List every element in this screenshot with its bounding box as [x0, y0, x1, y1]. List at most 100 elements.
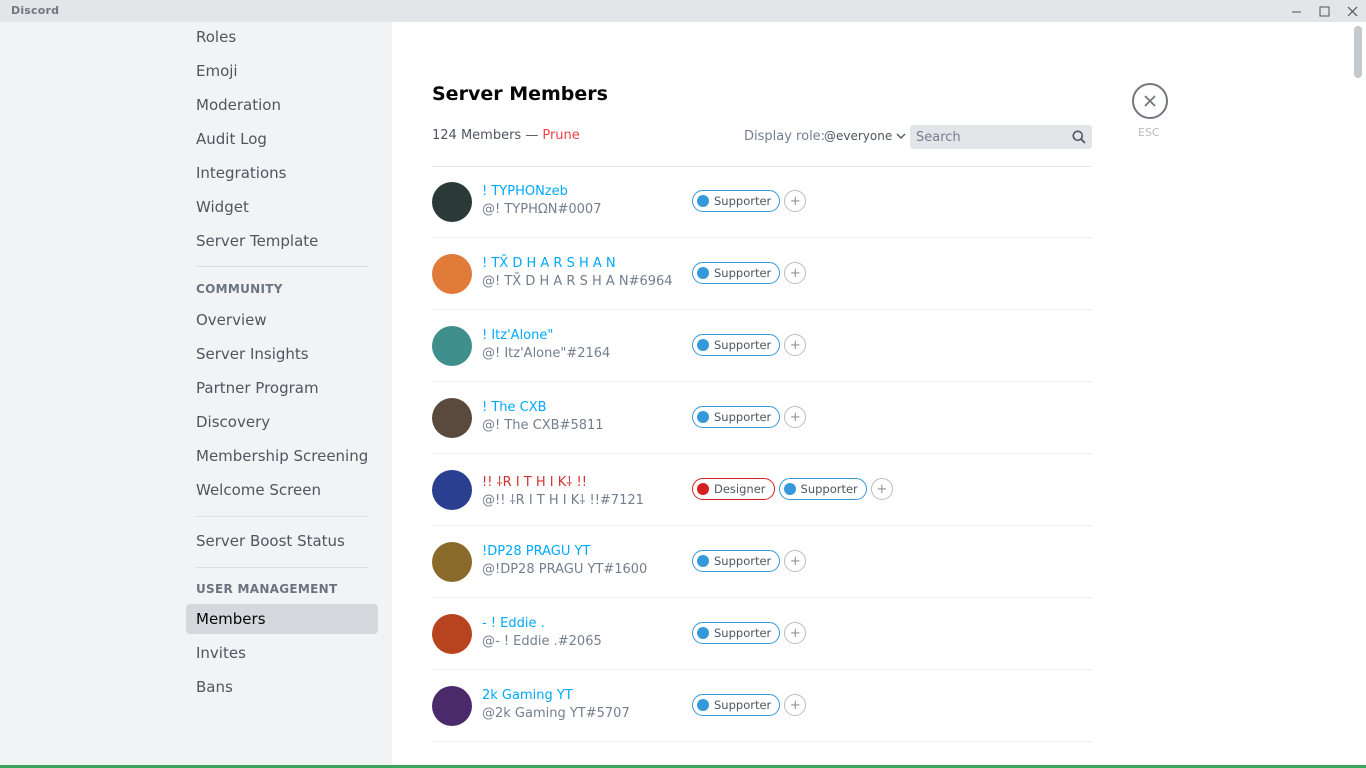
- avatar[interactable]: [432, 686, 472, 726]
- sidebar-item-welcome-screen[interactable]: Welcome Screen: [186, 475, 378, 505]
- add-role-button[interactable]: +: [784, 190, 807, 212]
- maximize-icon[interactable]: [1310, 0, 1338, 22]
- role-pill[interactable]: Supporter: [692, 622, 781, 644]
- member-nickname[interactable]: ! Itz'Alone": [482, 328, 553, 343]
- add-role-button[interactable]: +: [784, 406, 807, 428]
- add-role-button[interactable]: +: [784, 622, 807, 644]
- member-username-tag: @!! ⸸R I T H I K⸸ !!#7121: [482, 493, 644, 508]
- sidebar-item-membership-screening[interactable]: Membership Screening: [186, 441, 378, 471]
- avatar[interactable]: [432, 254, 472, 294]
- role-color-dot[interactable]: [697, 555, 709, 567]
- scrollbar-thumb[interactable]: [1354, 26, 1362, 78]
- sidebar-item-label: Server Boost Status: [196, 532, 345, 550]
- avatar[interactable]: [432, 398, 472, 438]
- member-nickname[interactable]: !DP28 PRAGU YT: [482, 544, 590, 559]
- role-color-dot[interactable]: [697, 411, 709, 423]
- role-color-dot[interactable]: [697, 339, 709, 351]
- sidebar-item-overview[interactable]: Overview: [186, 305, 378, 335]
- esc-label: ESC: [1138, 126, 1160, 139]
- role-color-dot[interactable]: [697, 699, 709, 711]
- minimize-icon[interactable]: [1282, 0, 1310, 22]
- settings-sidebar: Roles Emoji Moderation Audit Log Integra…: [0, 22, 392, 768]
- sidebar-item-server-insights[interactable]: Server Insights: [186, 339, 378, 369]
- close-icon: [1144, 95, 1156, 107]
- avatar[interactable]: [432, 326, 472, 366]
- member-row[interactable]: 2k Gaming YT @2k Gaming YT#5707 Supporter +: [432, 670, 1092, 742]
- search-field[interactable]: [910, 125, 1092, 149]
- role-color-dot[interactable]: [697, 483, 709, 495]
- sidebar-item-label: Partner Program: [196, 379, 319, 397]
- sidebar-item-label: Emoji: [196, 62, 238, 80]
- member-nickname[interactable]: ! TX̄̄̄ D H A R S H A N: [482, 256, 616, 271]
- sidebar-item-invites[interactable]: Invites: [186, 638, 378, 668]
- role-color-dot[interactable]: [697, 195, 709, 207]
- sidebar-item-roles[interactable]: Roles: [186, 22, 378, 52]
- role-color-dot[interactable]: [697, 627, 709, 639]
- role-color-dot[interactable]: [783, 483, 796, 495]
- prune-link[interactable]: Prune: [542, 128, 579, 143]
- member-nickname[interactable]: - ! Eddie .: [482, 616, 545, 631]
- add-role-button[interactable]: +: [870, 478, 893, 500]
- role-color-dot[interactable]: [697, 267, 709, 279]
- member-row[interactable]: - ! Eddie . @- ! Eddie .#2065 Supporter +: [432, 598, 1092, 670]
- member-roles: Supporter +: [692, 334, 807, 356]
- display-role-value: @everyone: [824, 129, 893, 143]
- display-role-select[interactable]: @everyone: [824, 129, 906, 143]
- search-input[interactable]: [916, 129, 1072, 145]
- role-name: Supporter: [714, 338, 772, 352]
- sidebar-header-user-management: USER MANAGEMENT: [196, 582, 338, 596]
- role-name: Supporter: [714, 626, 772, 640]
- avatar[interactable]: [432, 614, 472, 654]
- role-pill[interactable]: Supporter: [692, 190, 781, 212]
- sidebar-item-discovery[interactable]: Discovery: [186, 407, 378, 437]
- sidebar-item-label: Server Insights: [196, 345, 309, 363]
- sidebar-item-server-boost-status[interactable]: Server Boost Status: [186, 526, 378, 556]
- role-pill[interactable]: Supporter: [778, 478, 867, 500]
- avatar[interactable]: [432, 470, 472, 510]
- member-row[interactable]: !DP28 PRAGU YT @!DP28 PRAGU YT#1600 Suppor…: [432, 526, 1092, 598]
- role-pill[interactable]: Supporter: [692, 334, 781, 356]
- member-roles: Supporter +: [692, 550, 807, 572]
- member-count-row: 124 Members — Prune: [432, 128, 580, 143]
- member-nickname[interactable]: ! TYPHONzeb: [482, 184, 568, 199]
- close-settings-button[interactable]: [1132, 83, 1168, 119]
- role-pill[interactable]: Supporter: [692, 262, 781, 284]
- add-role-button[interactable]: +: [784, 334, 807, 356]
- role-pill[interactable]: Supporter: [692, 406, 781, 428]
- sidebar-item-emoji[interactable]: Emoji: [186, 56, 378, 86]
- app-name: Discord: [11, 4, 60, 17]
- role-pill[interactable]: Supporter: [692, 694, 781, 716]
- member-row[interactable]: ! TX̄̄̄ D H A R S H A N @! TX̄̄ D H A R S…: [432, 238, 1092, 310]
- member-nickname[interactable]: 2k Gaming YT: [482, 688, 573, 703]
- role-pill[interactable]: Supporter: [692, 550, 781, 572]
- sidebar-item-server-template[interactable]: Server Template: [186, 226, 378, 256]
- close-window-icon[interactable]: [1338, 0, 1366, 22]
- sidebar-item-label: Membership Screening: [196, 447, 369, 465]
- member-row[interactable]: ! Itz'Alone" @! Itz'Alone"#2164 Supporter +: [432, 310, 1092, 382]
- add-role-button[interactable]: +: [784, 262, 807, 284]
- member-nickname[interactable]: ! The CXB: [482, 400, 547, 415]
- sidebar-item-widget[interactable]: Widget: [186, 192, 378, 222]
- member-row[interactable]: ! The CXB @! The CXB#5811 Supporter +: [432, 382, 1092, 454]
- add-role-button[interactable]: +: [784, 550, 807, 572]
- member-row[interactable]: ! TYPHONzeb @! TYPHΩN#0007 Supporter +: [432, 166, 1092, 238]
- member-nickname[interactable]: !! ⸸R I T H I K⸸ !!: [482, 472, 587, 490]
- avatar[interactable]: [432, 182, 472, 222]
- sidebar-item-members[interactable]: Members: [186, 604, 378, 634]
- member-row[interactable]: !! ⸸R I T H I K⸸ !! @!! ⸸R I T H I K⸸ !!#…: [432, 454, 1092, 526]
- member-roles: Supporter +: [692, 694, 807, 716]
- sidebar-item-partner-program[interactable]: Partner Program: [186, 373, 378, 403]
- sidebar-item-bans[interactable]: Bans: [186, 672, 378, 702]
- search-icon: [1072, 130, 1086, 144]
- avatar[interactable]: [432, 542, 472, 582]
- role-pill[interactable]: Designer: [692, 478, 775, 500]
- sidebar-item-audit-log[interactable]: Audit Log: [186, 124, 378, 154]
- sidebar-item-moderation[interactable]: Moderation: [186, 90, 378, 120]
- member-username-tag: @! TX̄̄ D H A R S H A N#6964: [482, 274, 673, 289]
- sidebar-header-community: COMMUNITY: [196, 282, 283, 296]
- add-role-button[interactable]: +: [784, 694, 807, 716]
- sidebar-item-integrations[interactable]: Integrations: [186, 158, 378, 188]
- main-content: Server Members 124 Members — Prune Displ…: [392, 22, 1366, 768]
- role-name: Supporter: [714, 194, 772, 208]
- role-name: Supporter: [714, 554, 772, 568]
